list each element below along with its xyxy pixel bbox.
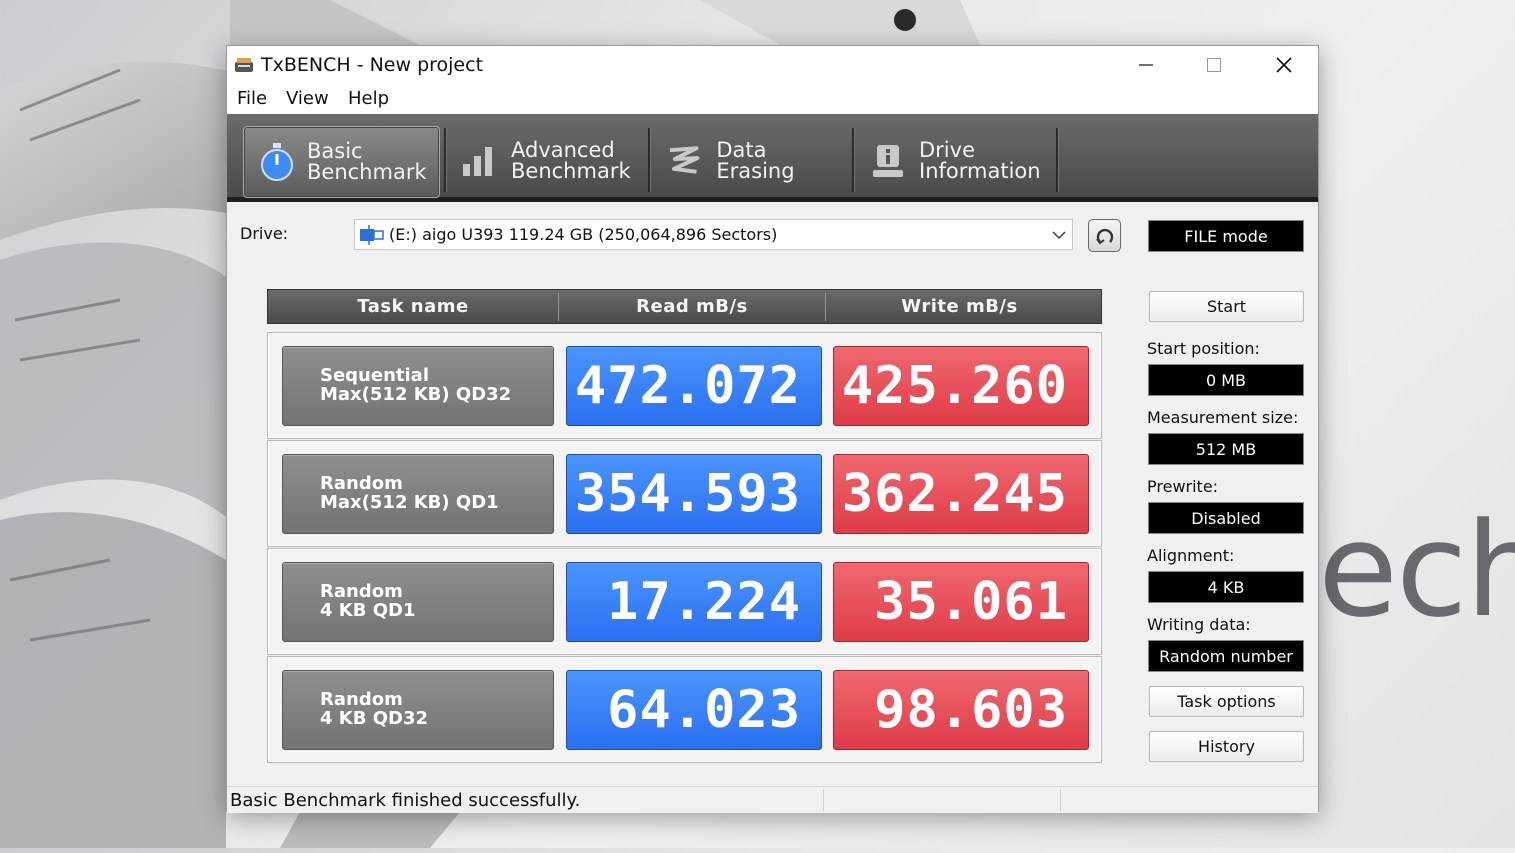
toolbar-separator [852, 128, 855, 192]
measurement-size-label: Measurement size: [1147, 408, 1299, 427]
task-name-line2: 4 KB QD32 [320, 708, 429, 729]
file-mode-indicator[interactable]: FILE mode [1148, 220, 1304, 252]
tab-drive-line1: Drive [919, 138, 975, 162]
eraser-icon [669, 146, 700, 174]
writing-data-field[interactable]: Random number [1148, 640, 1304, 672]
chevron-down-icon [1052, 231, 1066, 239]
toolbar-separator [444, 128, 447, 192]
start-button[interactable]: Start [1149, 291, 1304, 322]
prewrite-field[interactable]: Disabled [1148, 502, 1304, 534]
toolbar-separator [1056, 128, 1059, 192]
status-message: Basic Benchmark finished successfully. [230, 790, 581, 811]
write-value: 35.061 [833, 562, 1089, 642]
window-title: TxBENCH - New project [261, 54, 484, 76]
measurement-size-field[interactable]: 512 MB [1148, 433, 1304, 465]
usb-drive-icon [360, 225, 384, 245]
result-row-sequential: Sequential Max(512 KB) QD32 472.072 425.… [267, 332, 1102, 439]
main-toolbar: Basic Benchmark Advanced Benchmark Data … [227, 114, 1318, 202]
task-button-random-512kb-qd1[interactable]: Random Max(512 KB) QD1 [282, 454, 554, 534]
header-task-name: Task name [357, 296, 469, 317]
minimize-button[interactable] [1113, 46, 1179, 84]
bar-chart-icon [463, 147, 492, 176]
task-name-line2: Max(512 KB) QD32 [320, 384, 512, 405]
write-value: 425.260 [833, 346, 1089, 426]
tab-advanced-line2: Benchmark [511, 159, 631, 183]
read-value: 354.593 [566, 454, 822, 534]
maximize-button[interactable] [1181, 46, 1247, 84]
menu-view[interactable]: View [286, 88, 329, 109]
header-read: Read mB/s [636, 296, 748, 317]
tab-basic-line1: Basic [307, 139, 363, 163]
refresh-drives-button[interactable] [1088, 219, 1121, 252]
read-value: 472.072 [566, 346, 822, 426]
minimize-icon [1139, 64, 1153, 66]
tab-advanced-line1: Advanced [511, 138, 615, 162]
prewrite-label: Prewrite: [1147, 477, 1219, 496]
history-button[interactable]: History [1149, 731, 1304, 762]
refresh-icon [1095, 228, 1113, 244]
task-button-random-4kb-qd1[interactable]: Random 4 KB QD1 [282, 562, 554, 642]
tab-drive-information[interactable]: Drive Information [863, 126, 1053, 196]
status-separator [823, 789, 824, 811]
read-value: 17.224 [566, 562, 822, 642]
header-write: Write mB/s [901, 296, 1018, 317]
close-button[interactable] [1251, 46, 1317, 84]
write-value: 98.603 [833, 670, 1089, 750]
task-name-line1: Random [320, 581, 403, 602]
task-name-line1: Sequential [320, 365, 429, 386]
drive-info-icon [873, 145, 903, 177]
writing-data-label: Writing data: [1147, 615, 1251, 634]
alignment-field[interactable]: 4 KB [1148, 571, 1304, 603]
task-options-button[interactable]: Task options [1149, 686, 1304, 717]
task-name-line1: Random [320, 473, 403, 494]
start-position-field[interactable]: 0 MB [1148, 364, 1304, 396]
tab-basic-benchmark[interactable]: Basic Benchmark [243, 126, 440, 198]
menu-bar: File View Help [227, 84, 1318, 115]
task-name-line2: Max(512 KB) QD1 [320, 492, 499, 513]
tab-basic-line2: Benchmark [307, 160, 427, 184]
alignment-label: Alignment: [1147, 546, 1235, 565]
write-value: 362.245 [833, 454, 1089, 534]
close-icon [1276, 57, 1292, 73]
drive-select[interactable]: (E:) aigo U393 119.24 GB (250,064,896 Se… [354, 219, 1073, 250]
stopwatch-icon [261, 143, 293, 181]
results-header: Task name Read mB/s Write mB/s [267, 289, 1102, 324]
tab-data-erasing[interactable]: Data Erasing [659, 126, 849, 196]
result-row-random-4kb-qd32: Random 4 KB QD32 64.023 98.603 [267, 656, 1102, 763]
task-name-line1: Random [320, 689, 403, 710]
drive-select-value: (E:) aigo U393 119.24 GB (250,064,896 Se… [389, 225, 778, 244]
app-window: TxBENCH - New project File View Help Bas… [226, 45, 1319, 813]
status-bar: Basic Benchmark finished successfully. [227, 786, 1318, 813]
result-row-random-512kb-qd1: Random Max(512 KB) QD1 354.593 362.245 [267, 440, 1102, 547]
tab-drive-line2: Information [919, 159, 1041, 183]
maximize-icon [1207, 58, 1221, 72]
menu-file[interactable]: File [237, 88, 267, 109]
start-position-label: Start position: [1147, 339, 1260, 358]
task-name-line2: 4 KB QD1 [320, 600, 416, 621]
drive-label: Drive: [240, 224, 289, 243]
menu-help[interactable]: Help [348, 88, 389, 109]
status-separator [1060, 789, 1061, 811]
task-button-sequential[interactable]: Sequential Max(512 KB) QD32 [282, 346, 554, 426]
task-button-random-4kb-qd32[interactable]: Random 4 KB QD32 [282, 670, 554, 750]
tab-erasing-line1: Data Erasing [716, 138, 795, 183]
title-bar[interactable]: TxBENCH - New project [227, 46, 1318, 84]
app-icon [235, 58, 253, 72]
tab-advanced-benchmark[interactable]: Advanced Benchmark [455, 126, 645, 196]
toolbar-separator [648, 128, 651, 192]
read-value: 64.023 [566, 670, 822, 750]
result-row-random-4kb-qd1: Random 4 KB QD1 17.224 35.061 [267, 548, 1102, 655]
wallpaper-text: ech [1318, 494, 1515, 646]
